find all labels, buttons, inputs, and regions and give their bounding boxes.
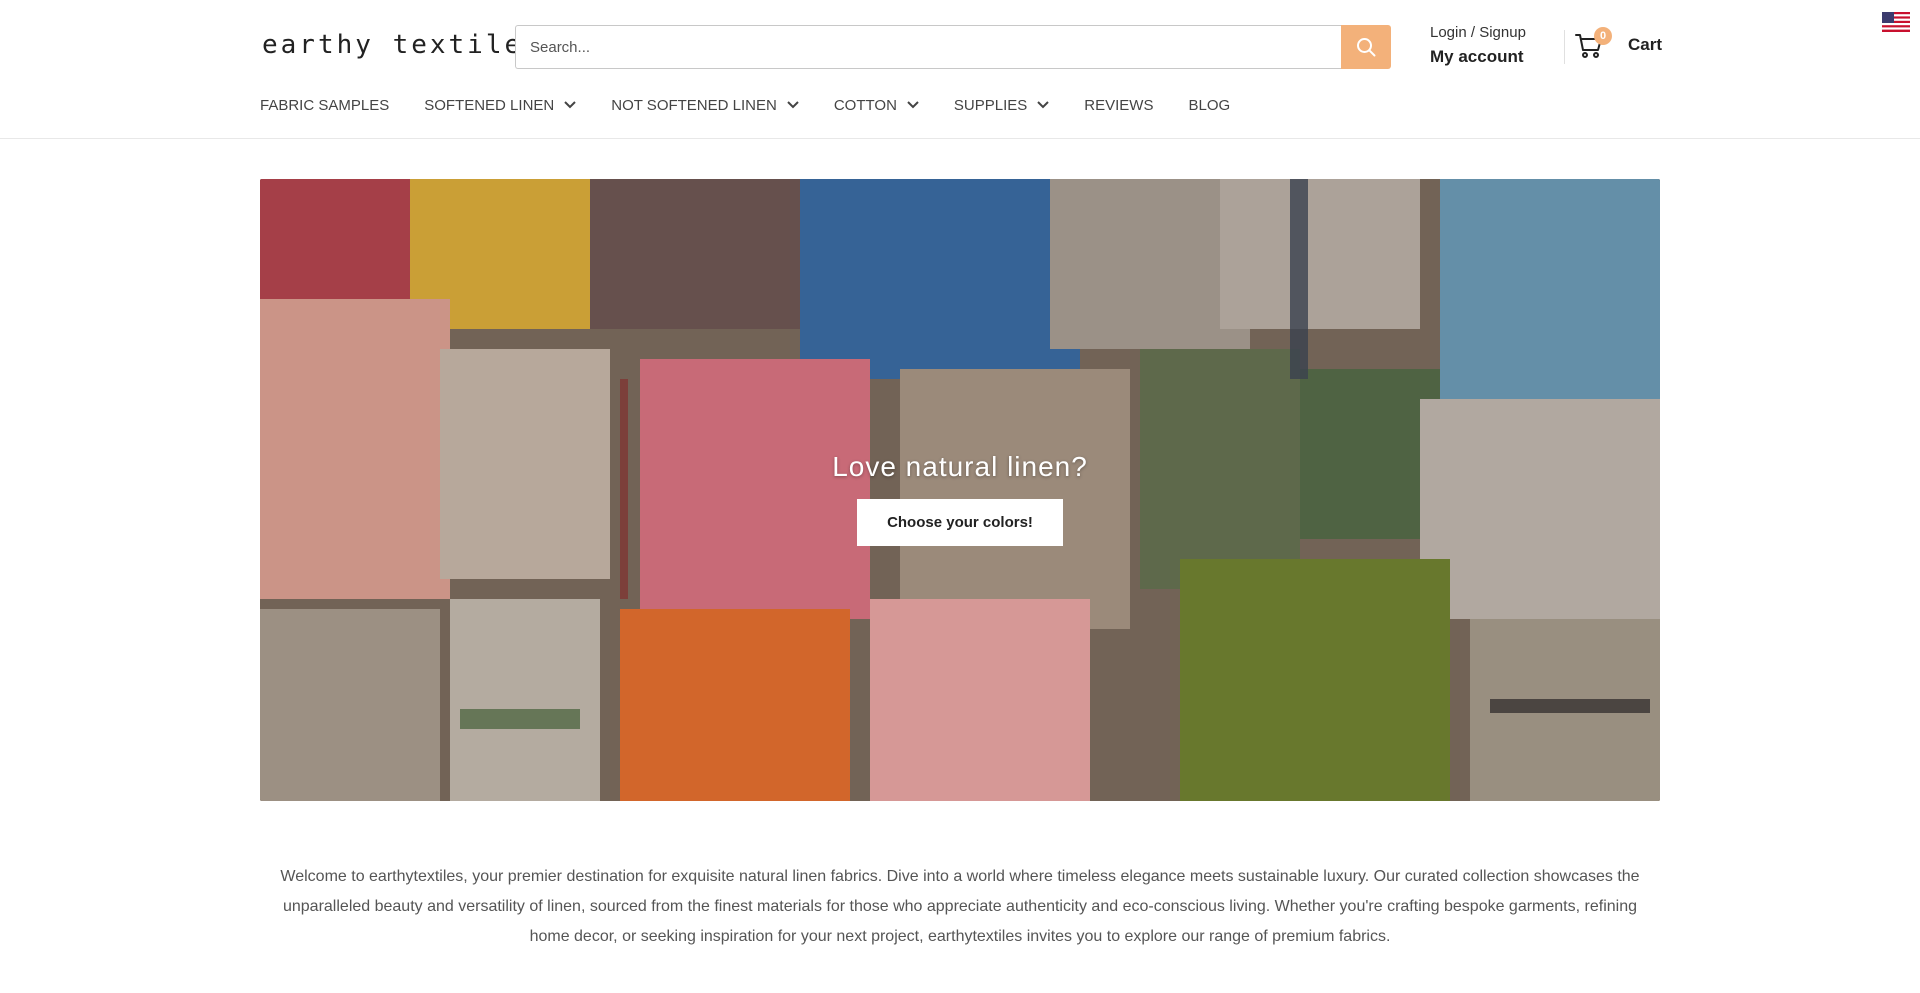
nav-item-label: COTTON — [833, 96, 897, 114]
site-header: earthy textiles Login / Signup My accoun… — [0, 0, 1920, 139]
cart-icon-wrap: 0 — [1574, 27, 1612, 60]
chevron-down-icon — [1037, 101, 1049, 109]
nav-item-label: SOFTENED LINEN — [424, 96, 555, 114]
login-signup-link[interactable]: Login / Signup — [1430, 24, 1526, 41]
intro-paragraph: Welcome to earthytextiles, your premier … — [280, 868, 1640, 945]
choose-colors-button[interactable]: Choose your colors! — [857, 499, 1063, 546]
nav-item-not-softened-linen[interactable]: NOT SOFTENED LINEN — [611, 97, 799, 114]
site-logo[interactable]: earthy textiles — [262, 30, 542, 60]
us-flag-icon[interactable] — [1882, 12, 1910, 32]
hero-overlay — [260, 179, 1660, 801]
nav-item-fabric-samples[interactable]: FABRIC SAMPLES — [260, 97, 389, 114]
search-button[interactable] — [1341, 25, 1391, 69]
search-input[interactable] — [515, 25, 1341, 69]
hero-title: Love natural linen? — [832, 451, 1088, 482]
nav-item-supplies[interactable]: SUPPLIES — [954, 97, 1049, 114]
main-nav: FABRIC SAMPLES SOFTENED LINEN NOT SOFTEN… — [260, 92, 1265, 118]
cart-button[interactable]: 0 Cart — [1574, 27, 1663, 60]
header-divider — [1564, 30, 1565, 64]
nav-item-reviews[interactable]: REVIEWS — [1084, 97, 1153, 114]
search-bar — [515, 25, 1391, 69]
nav-item-softened-linen[interactable]: SOFTENED LINEN — [424, 97, 576, 114]
nav-item-cotton[interactable]: COTTON — [834, 97, 919, 114]
nav-item-label: FABRIC SAMPLES — [260, 96, 390, 114]
nav-item-label: NOT SOFTENED LINEN — [611, 96, 777, 114]
hero-banner[interactable]: Love natural linen? Choose your colors! — [260, 179, 1660, 801]
nav-item-label: REVIEWS — [1084, 96, 1154, 114]
my-account-link[interactable]: My account — [1430, 47, 1526, 67]
chevron-down-icon — [787, 101, 799, 109]
cart-count-badge: 0 — [1594, 27, 1612, 45]
cart-label: Cart — [1628, 35, 1663, 54]
account-links: Login / Signup My account — [1430, 24, 1526, 67]
chevron-down-icon — [564, 101, 576, 109]
search-icon — [1357, 38, 1376, 57]
nav-item-label: SUPPLIES — [953, 96, 1028, 114]
chevron-down-icon — [907, 101, 919, 109]
nav-item-blog[interactable]: BLOG — [1188, 97, 1230, 114]
nav-item-label: BLOG — [1188, 96, 1231, 114]
